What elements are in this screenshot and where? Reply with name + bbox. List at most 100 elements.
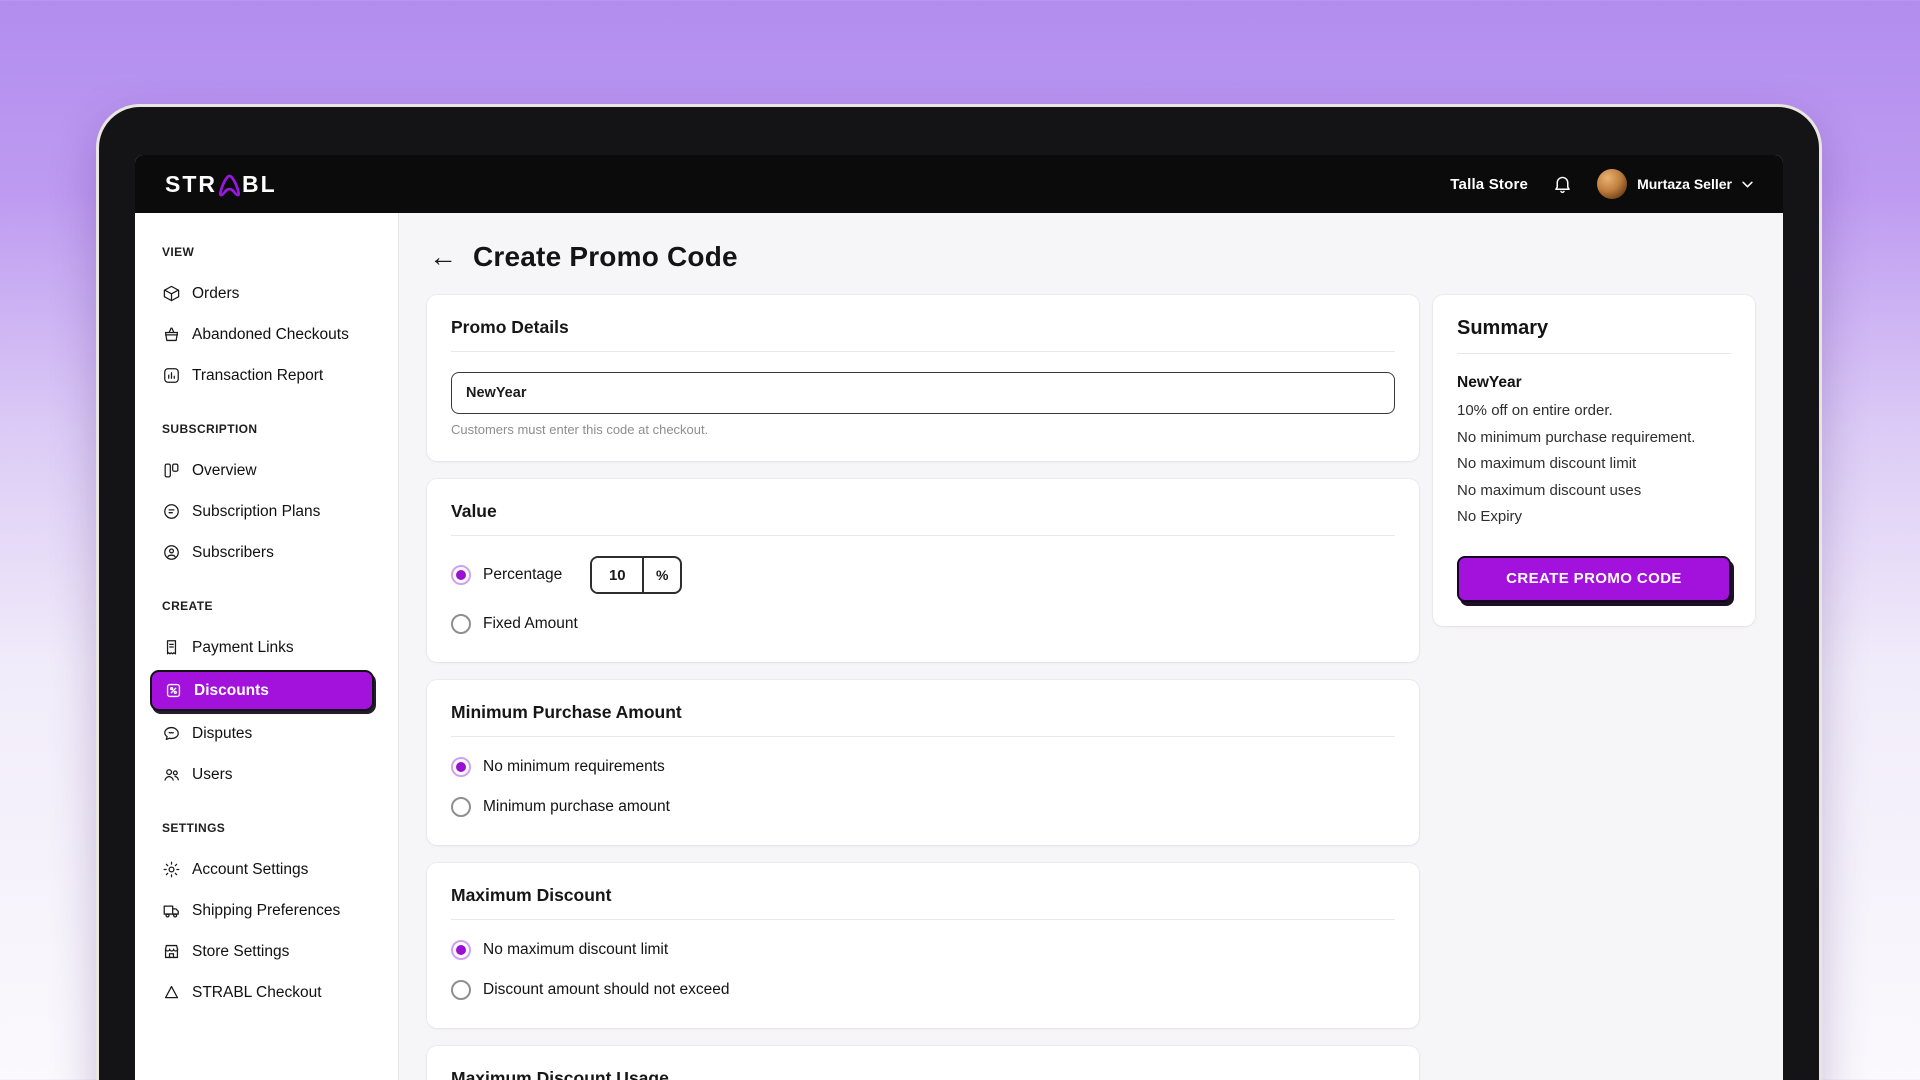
sidebar-item-transaction-report[interactable]: Transaction Report — [162, 355, 384, 396]
sidebar-item-disputes[interactable]: Disputes — [162, 713, 384, 754]
page-title: Create Promo Code — [473, 241, 738, 273]
sidebar-item-label: Discounts — [194, 682, 269, 700]
storefront-icon — [162, 942, 181, 961]
radio-percentage[interactable] — [451, 565, 471, 585]
radio-row-percentage: Percentage % — [451, 556, 1395, 594]
sidebar-item-label: Shipping Preferences — [192, 902, 340, 920]
sidebar-item-label: Account Settings — [192, 861, 308, 879]
radio-row-no-max-limit: No maximum discount limit — [451, 940, 1395, 960]
nav-section-title: CREATE — [162, 599, 384, 613]
plans-icon — [162, 502, 181, 521]
sidebar-item-label: Orders — [192, 285, 239, 303]
percentage-value-input[interactable] — [592, 558, 642, 592]
sidebar-item-store-settings[interactable]: Store Settings — [162, 931, 384, 972]
users-icon — [162, 765, 181, 784]
nav-section-title: SUBSCRIPTION — [162, 422, 384, 436]
nav-section-settings: SETTINGS Account Settings — [162, 821, 384, 1013]
summary-line: No maximum discount uses — [1457, 481, 1731, 501]
sidebar-item-label: Payment Links — [192, 639, 294, 657]
card-heading: Minimum Purchase Amount — [451, 702, 1395, 723]
radio-label: No minimum requirements — [483, 758, 665, 776]
sidebar-item-label: Users — [192, 766, 232, 784]
sidebar-item-account-settings[interactable]: Account Settings — [162, 849, 384, 890]
nav-section-subscription: SUBSCRIPTION Overview S — [162, 422, 384, 573]
nav-section-view: VIEW Orders Abandoned C — [162, 245, 384, 396]
maximum-discount-card: Maximum Discount No maximum discount lim… — [427, 863, 1419, 1028]
radio-label: Minimum purchase amount — [483, 798, 670, 816]
sidebar-item-orders[interactable]: Orders — [162, 273, 384, 314]
sidebar-item-overview[interactable]: Overview — [162, 450, 384, 491]
radio-fixed-amount[interactable] — [451, 614, 471, 634]
card-heading: Promo Details — [451, 317, 1395, 338]
sidebar-item-subscribers[interactable]: Subscribers — [162, 532, 384, 573]
radio-no-max-limit[interactable] — [451, 940, 471, 960]
sidebar-item-discounts[interactable]: Discounts — [150, 670, 374, 711]
percentage-value-box: % — [590, 556, 682, 594]
card-heading: Maximum Discount — [451, 885, 1395, 906]
user-menu[interactable]: Murtaza Seller — [1597, 169, 1753, 199]
radio-max-not-exceed[interactable] — [451, 980, 471, 1000]
chat-bubble-icon — [162, 724, 181, 743]
main-content: ← Create Promo Code Promo Details Custom… — [399, 213, 1783, 1080]
sidebar-item-label: Subscribers — [192, 544, 274, 562]
radio-label: Fixed Amount — [483, 615, 578, 633]
person-circle-icon — [162, 543, 181, 562]
topbar-right: Talla Store Murtaza Seller — [1450, 169, 1753, 199]
brand-logo[interactable]: STR BL — [165, 171, 277, 198]
sidebar: VIEW Orders Abandoned C — [135, 213, 399, 1080]
minimum-purchase-card: Minimum Purchase Amount No minimum requi… — [427, 680, 1419, 845]
sidebar-item-label: Store Settings — [192, 943, 289, 961]
package-icon — [162, 284, 181, 303]
summary-heading: Summary — [1457, 317, 1731, 340]
divider — [1457, 353, 1731, 354]
promo-details-card: Promo Details Customers must enter this … — [427, 295, 1419, 461]
card-heading: Value — [451, 501, 1395, 522]
nav-section-title: VIEW — [162, 245, 384, 259]
percent-suffix: % — [644, 558, 680, 592]
sidebar-item-label: Transaction Report — [192, 367, 323, 385]
back-button[interactable]: ← — [429, 243, 457, 271]
summary-line: No Expiry — [1457, 507, 1731, 527]
store-name: Talla Store — [1450, 176, 1528, 193]
discount-coupon-icon — [164, 681, 183, 700]
triangle-logo-icon — [162, 983, 181, 1002]
divider — [451, 535, 1395, 536]
value-card: Value Percentage % — [427, 479, 1419, 662]
truck-icon — [162, 901, 181, 920]
notification-bell-icon[interactable] — [1552, 173, 1573, 195]
brand-text-prefix: STR — [165, 171, 217, 198]
basket-icon — [162, 325, 181, 344]
radio-row-minimum-amount: Minimum purchase amount — [451, 797, 1395, 817]
sidebar-item-label: Abandoned Checkouts — [192, 326, 349, 344]
summary-line: No maximum discount limit — [1457, 454, 1731, 474]
promo-code-input[interactable] — [451, 372, 1395, 414]
create-promo-code-button[interactable]: CREATE PROMO CODE — [1457, 556, 1731, 602]
radio-no-minimum[interactable] — [451, 757, 471, 777]
sidebar-item-shipping-preferences[interactable]: Shipping Preferences — [162, 890, 384, 931]
user-name: Murtaza Seller — [1637, 176, 1732, 192]
sidebar-item-abandoned-checkouts[interactable]: Abandoned Checkouts — [162, 314, 384, 355]
sidebar-item-users[interactable]: Users — [162, 754, 384, 795]
gear-icon — [162, 860, 181, 879]
divider — [451, 919, 1395, 920]
brand-text-suffix: BL — [242, 171, 277, 198]
sidebar-item-strabl-checkout[interactable]: STRABL Checkout — [162, 972, 384, 1013]
divider — [451, 351, 1395, 352]
divider — [451, 736, 1395, 737]
summary-line: No minimum purchase requirement. — [1457, 428, 1731, 448]
app-window: STR BL Talla Store Mu — [135, 155, 1783, 1080]
receipt-icon — [162, 638, 181, 657]
radio-row-no-minimum: No minimum requirements — [451, 757, 1395, 777]
sidebar-item-payment-links[interactable]: Payment Links — [162, 627, 384, 668]
radio-minimum-amount[interactable] — [451, 797, 471, 817]
card-heading: Maximum Discount Usage — [451, 1068, 1395, 1080]
sidebar-item-label: Overview — [192, 462, 257, 480]
avatar[interactable] — [1597, 169, 1627, 199]
summary-column: Summary NewYear 10% off on entire order.… — [1433, 295, 1755, 644]
maximum-usage-card: Maximum Discount Usage No usage limits L… — [427, 1046, 1419, 1080]
device-frame: STR BL Talla Store Mu — [96, 104, 1822, 1080]
layout-icon — [162, 461, 181, 480]
promo-code-helper: Customers must enter this code at checko… — [451, 422, 1395, 437]
sidebar-item-subscription-plans[interactable]: Subscription Plans — [162, 491, 384, 532]
nav-section-title: SETTINGS — [162, 821, 384, 835]
